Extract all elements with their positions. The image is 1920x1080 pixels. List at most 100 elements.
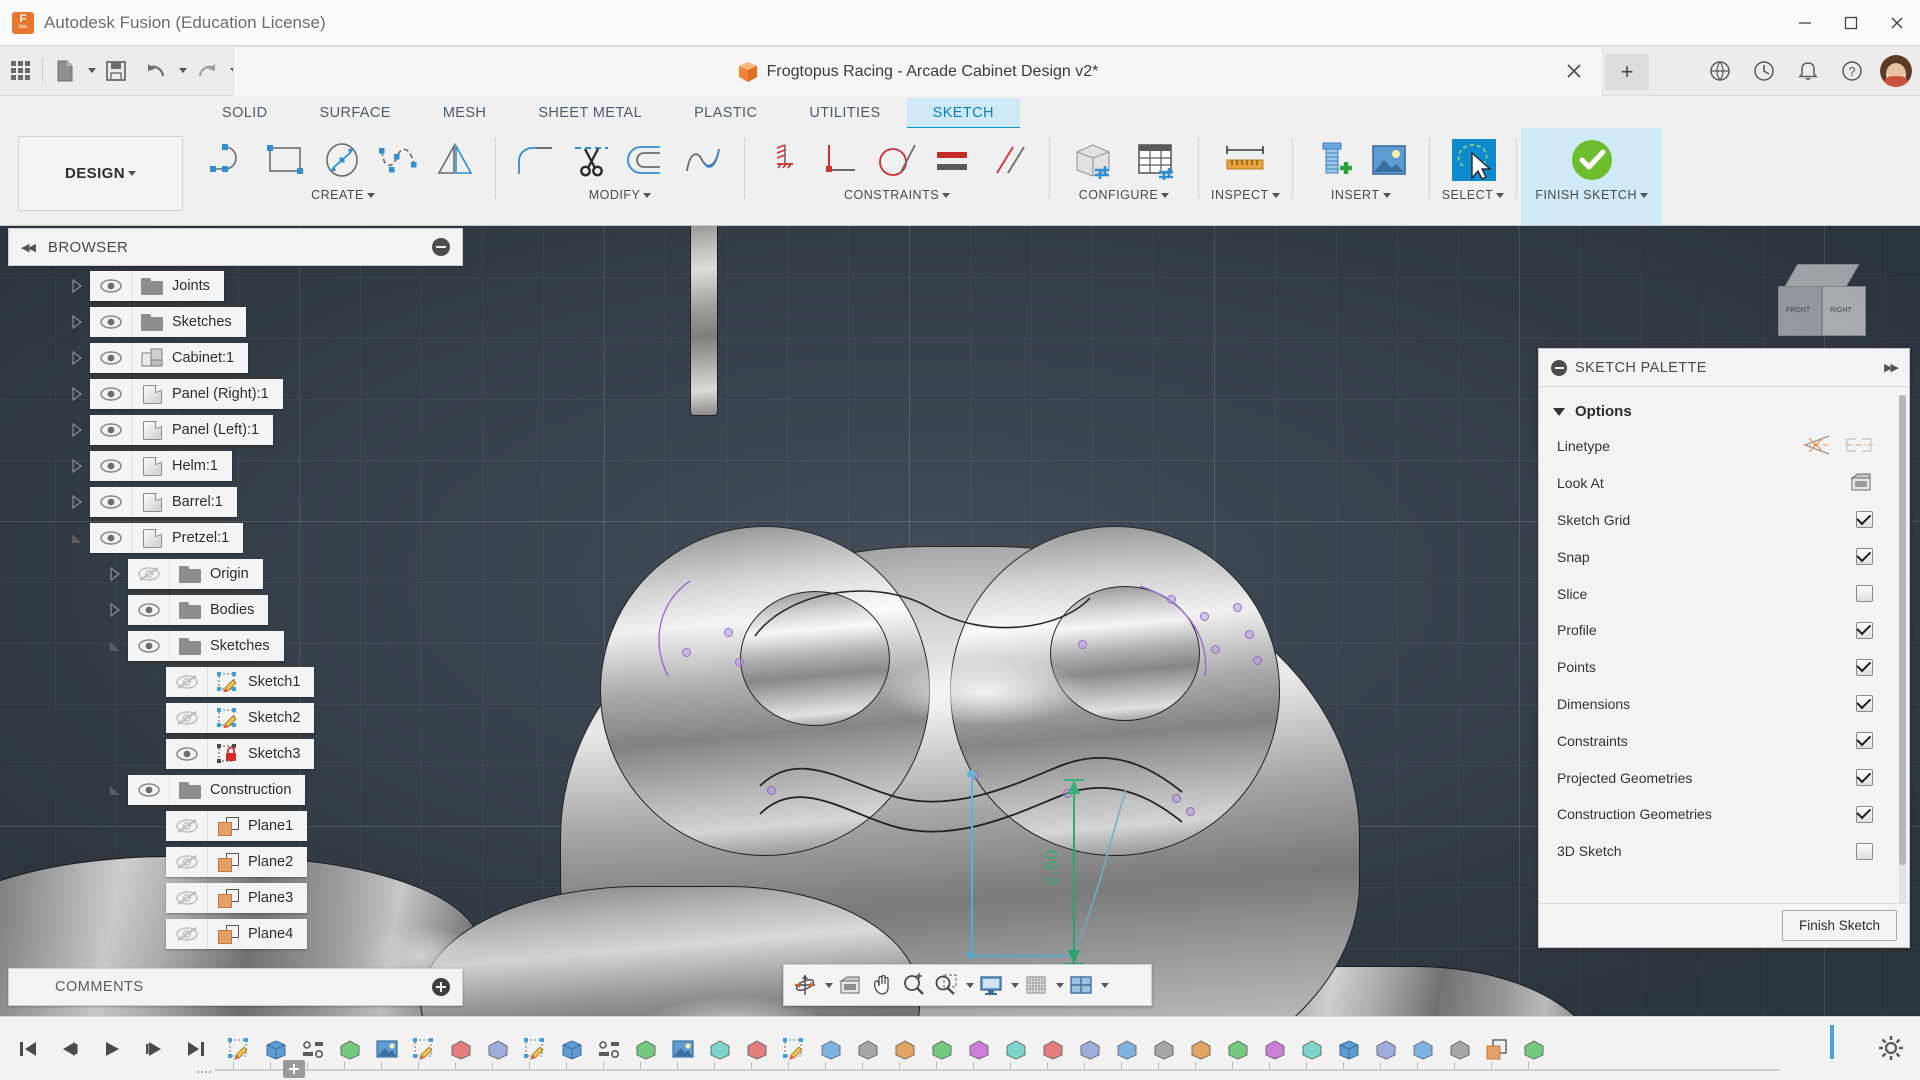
visibility-toggle[interactable] bbox=[128, 631, 170, 661]
palette-row-points[interactable]: Points bbox=[1539, 649, 1909, 686]
display-settings-icon[interactable] bbox=[976, 969, 1006, 1001]
checkbox[interactable] bbox=[1856, 732, 1873, 750]
linetype-centerline-icon[interactable] bbox=[1843, 434, 1873, 459]
equal-icon[interactable] bbox=[925, 134, 981, 186]
add-comment-icon[interactable] bbox=[432, 978, 450, 996]
axis-feature-icon[interactable] bbox=[1515, 1030, 1552, 1068]
group-label-modify[interactable]: MODIFY bbox=[589, 188, 652, 202]
comments-panel-header[interactable]: COMMENTS bbox=[8, 968, 463, 1006]
workspace-selector[interactable]: DESIGN bbox=[18, 136, 183, 211]
tree-item[interactable]: Sketch2 bbox=[166, 703, 315, 733]
checkbox[interactable] bbox=[1856, 658, 1873, 676]
tree-item[interactable]: Origin bbox=[128, 559, 263, 589]
orbit-icon[interactable] bbox=[790, 969, 820, 1001]
tree-expander[interactable] bbox=[102, 559, 128, 589]
chevron-down-icon[interactable] bbox=[179, 68, 187, 73]
trim-scissors-icon[interactable] bbox=[564, 134, 620, 186]
tree-row[interactable]: Plane1 bbox=[0, 808, 470, 844]
chevron-down-icon[interactable] bbox=[1382, 192, 1391, 198]
chevron-down-icon[interactable] bbox=[1011, 982, 1019, 988]
tree-row[interactable]: Cabinet:1 bbox=[0, 340, 470, 376]
viewports-icon[interactable] bbox=[1066, 969, 1096, 1001]
chevron-down-icon[interactable] bbox=[1271, 192, 1280, 198]
recent-activity-icon[interactable] bbox=[1744, 51, 1784, 91]
go-to-end-icon[interactable] bbox=[178, 1031, 214, 1067]
tree-row[interactable]: Sketch3 bbox=[0, 736, 470, 772]
redo-button[interactable] bbox=[187, 51, 238, 91]
visibility-toggle[interactable] bbox=[90, 523, 132, 553]
palette-row-look-at[interactable]: Look At bbox=[1539, 465, 1909, 502]
visibility-toggle[interactable] bbox=[90, 487, 132, 517]
break-curve-icon[interactable] bbox=[676, 134, 732, 186]
tree-expander[interactable] bbox=[64, 523, 90, 553]
tab-surface[interactable]: SURFACE bbox=[294, 98, 417, 128]
finish-sketch-button[interactable]: Finish Sketch bbox=[1781, 910, 1897, 941]
tree-row[interactable]: Plane2 bbox=[0, 844, 470, 880]
tree-item[interactable]: Plane2 bbox=[166, 847, 308, 877]
group-label-finish-sketch[interactable]: FINISH SKETCH bbox=[1535, 188, 1648, 202]
double-chevron-right-icon[interactable]: ▶▶ bbox=[1884, 361, 1899, 374]
palette-row-dimensions[interactable]: Dimensions bbox=[1539, 686, 1909, 723]
group-label-select[interactable]: SELECT bbox=[1442, 188, 1505, 202]
fillet-icon[interactable] bbox=[508, 134, 564, 186]
pan-icon[interactable] bbox=[867, 969, 897, 1001]
tree-expander[interactable] bbox=[64, 343, 90, 373]
extensions-icon[interactable] bbox=[1700, 51, 1740, 91]
chevron-down-icon[interactable] bbox=[1496, 192, 1505, 198]
visibility-toggle[interactable] bbox=[128, 595, 170, 625]
tree-item[interactable]: Helm:1 bbox=[90, 451, 232, 481]
tab-mesh[interactable]: MESH bbox=[417, 98, 513, 128]
offset-icon[interactable] bbox=[620, 134, 676, 186]
visibility-toggle[interactable] bbox=[90, 271, 132, 301]
undo-button[interactable] bbox=[136, 51, 187, 91]
notifications-icon[interactable] bbox=[1788, 51, 1828, 91]
circle-diameter-icon[interactable] bbox=[315, 134, 371, 186]
grid-settings-icon[interactable] bbox=[1021, 969, 1051, 1001]
timeline-end-marker[interactable] bbox=[1830, 1025, 1834, 1059]
split-feature-icon[interactable] bbox=[923, 1030, 960, 1068]
visibility-toggle[interactable] bbox=[90, 379, 132, 409]
help-icon[interactable]: ? bbox=[1832, 51, 1872, 91]
visibility-toggle[interactable] bbox=[90, 343, 132, 373]
double-chevron-left-icon[interactable]: ◀◀ bbox=[21, 241, 36, 254]
avatar[interactable] bbox=[1880, 55, 1912, 87]
visibility-toggle[interactable] bbox=[166, 847, 208, 877]
checkbox[interactable] bbox=[1856, 805, 1873, 823]
group-label-constraints[interactable]: CONSTRAINTS bbox=[844, 188, 951, 202]
visibility-toggle[interactable] bbox=[90, 307, 132, 337]
tree-expander[interactable] bbox=[102, 775, 128, 805]
sweep-feature-icon[interactable] bbox=[1145, 1030, 1182, 1068]
timeline-settings-icon[interactable] bbox=[1872, 1029, 1910, 1067]
tree-expander[interactable] bbox=[140, 919, 166, 949]
chevron-down-icon[interactable] bbox=[966, 982, 974, 988]
rib-feature-icon[interactable] bbox=[1071, 1030, 1108, 1068]
configure-body-icon[interactable] bbox=[1062, 134, 1124, 186]
palette-row-projected-geometries[interactable]: Projected Geometries bbox=[1539, 759, 1909, 796]
document-tab[interactable]: Frogtopus Racing - Arcade Cabinet Design… bbox=[233, 46, 1603, 96]
save-icon[interactable] bbox=[96, 51, 136, 91]
tree-row[interactable]: Pretzel:1 bbox=[0, 520, 470, 556]
mirror-icon[interactable] bbox=[427, 134, 483, 186]
visibility-toggle[interactable] bbox=[128, 775, 170, 805]
tree-item[interactable]: Cabinet:1 bbox=[90, 343, 249, 373]
tree-expander[interactable] bbox=[140, 883, 166, 913]
web-feature-icon[interactable] bbox=[1108, 1030, 1145, 1068]
torus-feature-icon[interactable] bbox=[1441, 1030, 1478, 1068]
palette-row-snap[interactable]: Snap bbox=[1539, 538, 1909, 575]
palette-row-sketch-grid[interactable]: Sketch Grid bbox=[1539, 502, 1909, 539]
tree-row[interactable]: Barrel:1 bbox=[0, 484, 470, 520]
timeline-track[interactable] bbox=[215, 1062, 1780, 1071]
tab-sheet-metal[interactable]: SHEET METAL bbox=[512, 98, 668, 128]
step-back-icon[interactable] bbox=[52, 1031, 88, 1067]
checkbox[interactable] bbox=[1856, 585, 1873, 603]
line-icon[interactable] bbox=[203, 134, 259, 186]
tree-row[interactable]: Plane4 bbox=[0, 916, 470, 952]
minimize-icon[interactable] bbox=[1782, 0, 1828, 46]
coil-feature-icon[interactable] bbox=[1182, 1030, 1219, 1068]
checkbox[interactable] bbox=[1856, 769, 1873, 787]
options-section-header[interactable]: Options bbox=[1539, 393, 1909, 428]
tree-item[interactable]: Sketch3 bbox=[166, 739, 315, 769]
measure-icon[interactable] bbox=[1214, 134, 1276, 186]
tree-row[interactable]: Origin bbox=[0, 556, 470, 592]
visibility-toggle[interactable] bbox=[90, 451, 132, 481]
